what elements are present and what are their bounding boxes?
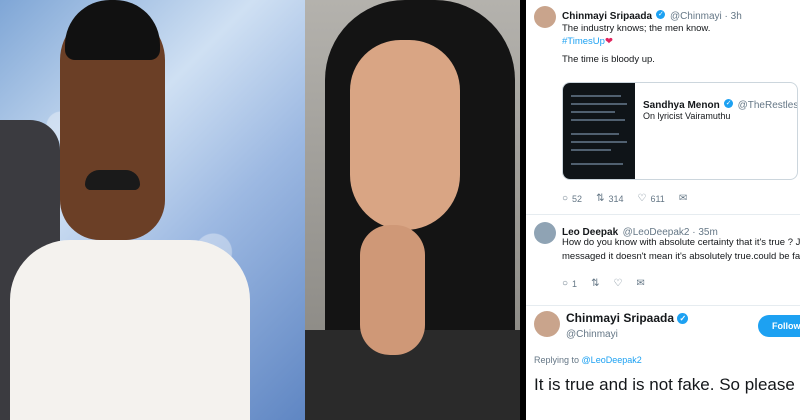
mention-link[interactable]: @LeoDeepak2 <box>582 355 642 365</box>
author-handle[interactable]: @Chinmayi · 3h <box>670 11 742 22</box>
quoted-tweet-text: On lyricist Vairamuthu <box>643 111 731 121</box>
retweet-icon: ⇅ <box>591 278 600 289</box>
man-portrait-photo <box>0 0 305 420</box>
heart-icon: ♡ <box>613 278 623 289</box>
retweet-count: 314 <box>608 193 624 204</box>
heart-emoji-icon: ❤ <box>604 36 613 47</box>
tweet-actions: ○ 52 ⇅ 314 ♡ 611 ✉ <box>562 193 687 204</box>
quoted-tweet-card[interactable]: Sandhya Menon ✓ @TheRestlessQuil On lyri… <box>562 82 798 180</box>
message-icon: ✉ <box>678 193 688 204</box>
hashtag-text[interactable]: #TimesUp <box>562 36 605 47</box>
tweet-header: Chinmayi Sripaada ✓ <box>566 311 689 325</box>
woman-hand-on-chin <box>360 225 425 355</box>
tweet-text-line: The time is bloody up. <box>562 54 655 65</box>
reply-icon: ○ <box>562 193 569 204</box>
like-button[interactable]: ♡ <box>613 278 622 289</box>
reply-icon: ○ <box>562 278 569 289</box>
verified-badge-icon: ✓ <box>656 10 666 20</box>
retweet-button[interactable]: ⇅ <box>591 278 599 289</box>
replying-prefix: Replying to <box>534 355 580 365</box>
replying-to-line: Replying to @LeoDeepak2 <box>534 355 642 365</box>
like-button[interactable]: ♡ 611 <box>637 193 664 204</box>
man-moustache <box>85 170 140 190</box>
reply-count: 52 <box>572 193 583 204</box>
woman-portrait-photo <box>305 0 520 420</box>
avatar[interactable] <box>534 222 556 244</box>
tweet-chinmayi[interactable]: Chinmayi Sripaada ✓ @Chinmayi · 3h The i… <box>526 0 800 215</box>
hashtag-link[interactable]: #TimesUp❤ <box>562 36 613 47</box>
quoted-tweet-image[interactable] <box>563 83 635 179</box>
tweet-text-line: messaged it doesn't mean it's absolutely… <box>562 251 800 262</box>
like-count: 611 <box>650 193 665 204</box>
tweet-text-line: How do you know with absolute certainty … <box>562 237 800 248</box>
following-button[interactable]: Following <box>758 315 800 337</box>
avatar[interactable] <box>534 311 560 337</box>
quoted-author-handle[interactable]: @TheRestlessQuil <box>738 100 797 111</box>
reply-tweet-text: It is true and is not fake. So please <box>534 375 795 394</box>
message-icon: ✉ <box>636 278 645 289</box>
quoted-author-name[interactable]: Sandhya Menon <box>643 100 720 111</box>
verified-badge-icon: ✓ <box>677 313 689 325</box>
message-button[interactable]: ✉ <box>636 278 644 289</box>
message-button[interactable]: ✉ <box>679 193 687 204</box>
verified-badge-icon: ✓ <box>724 99 734 109</box>
reply-count: 1 <box>572 278 578 289</box>
reply-button[interactable]: ○ 52 <box>562 193 582 204</box>
man-white-shirt <box>10 240 250 420</box>
tweet-thread-screenshot: Chinmayi Sripaada ✓ @Chinmayi · 3h The i… <box>520 0 800 420</box>
tweet-leo-deepak[interactable]: Leo Deepak @LeoDeepak2 · 35m How do you … <box>526 216 800 306</box>
tweet-chinmayi-reply[interactable]: Chinmayi Sripaada ✓ @Chinmayi Following … <box>526 307 800 420</box>
author-name[interactable]: Chinmayi Sripaada <box>562 11 652 22</box>
avatar[interactable] <box>534 6 556 28</box>
tweet-actions: ○ 1 ⇅ ♡ ✉ <box>562 278 645 289</box>
heart-icon: ♡ <box>637 193 647 204</box>
author-name[interactable]: Chinmayi Sripaada <box>566 311 674 325</box>
author-handle[interactable]: @Chinmayi <box>566 329 618 340</box>
news-photo-collage <box>0 0 520 420</box>
retweet-button[interactable]: ⇅ 314 <box>596 193 623 204</box>
retweet-icon: ⇅ <box>596 193 605 204</box>
reply-button[interactable]: ○ 1 <box>562 278 577 289</box>
woman-face <box>350 40 460 230</box>
tweet-text-line: The industry knows; the men know. <box>562 23 711 34</box>
